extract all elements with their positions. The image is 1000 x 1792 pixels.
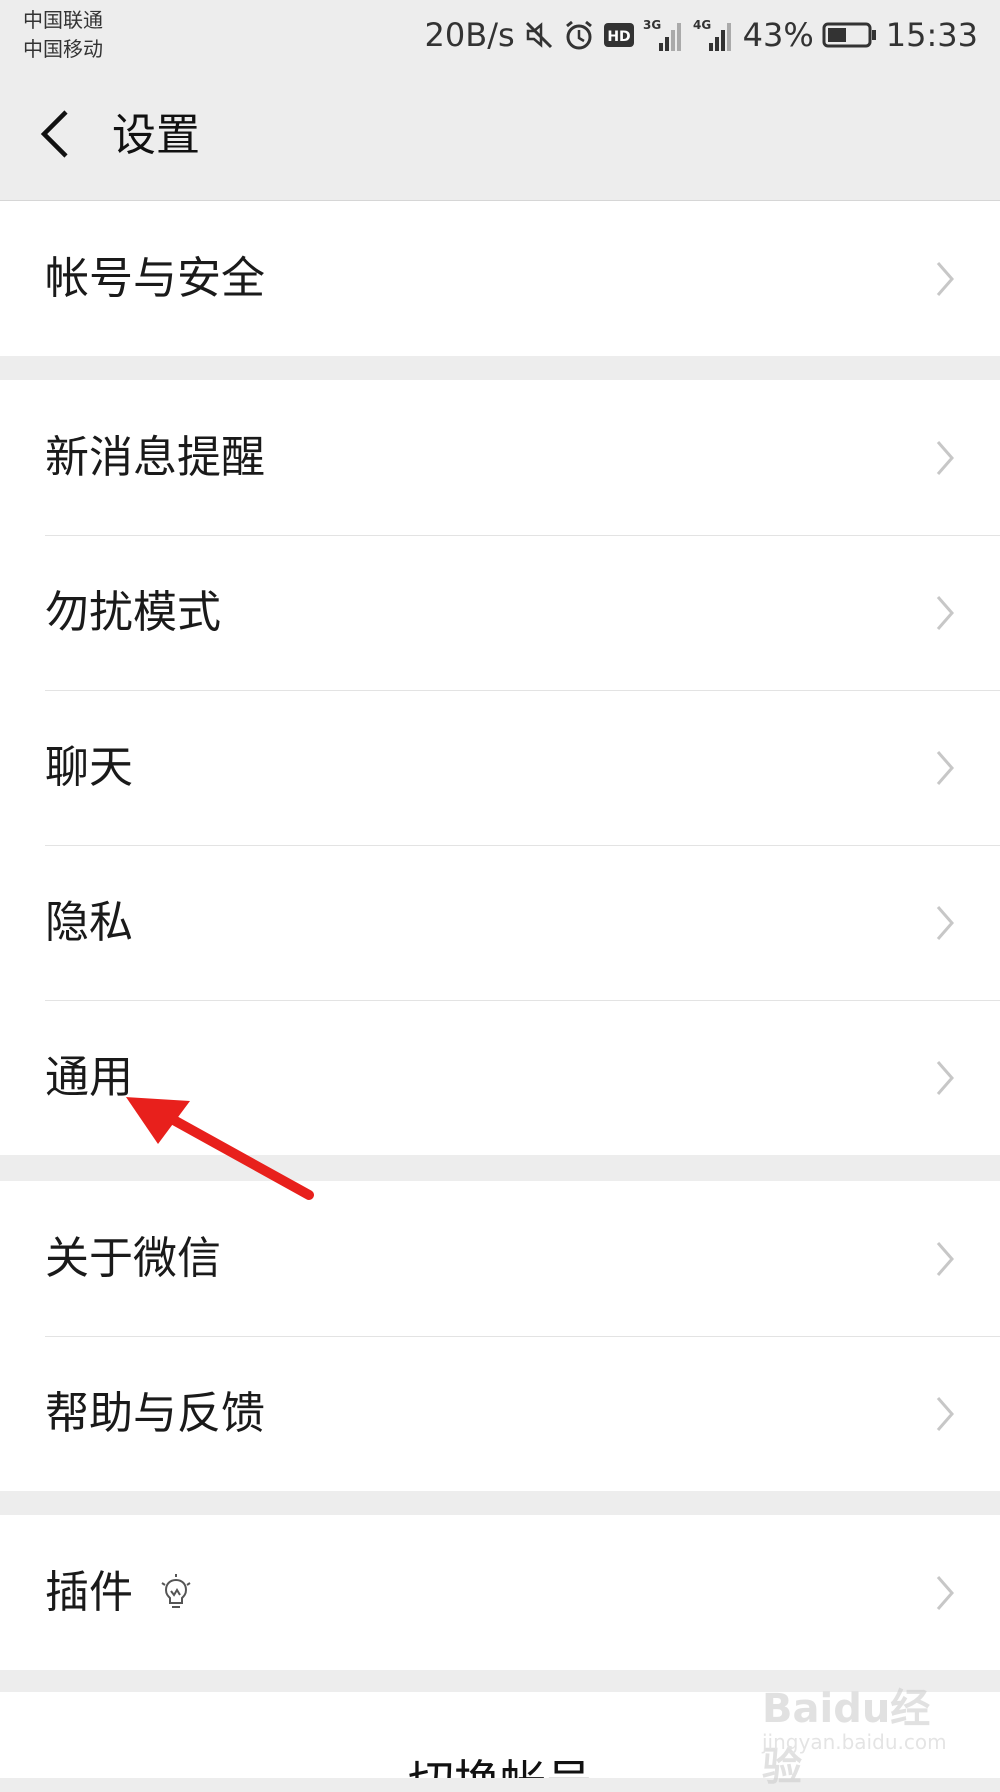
settings-item-do-not-disturb[interactable]: 勿扰模式	[0, 535, 1000, 690]
nav-bar: 设置	[0, 80, 1000, 201]
watermark: Baidu经验 jingyan.baidu.com	[762, 1668, 962, 1790]
settings-item-privacy[interactable]: 隐私	[0, 845, 1000, 1000]
clock: 15:33	[885, 16, 978, 54]
lightbulb-icon	[161, 1574, 191, 1608]
settings-item-label: 通用	[45, 1052, 133, 1103]
settings-item-plugins[interactable]: 插件	[0, 1515, 1000, 1670]
signal-4g-label: 4G	[693, 18, 711, 32]
alarm-icon	[565, 20, 592, 50]
settings-group-main: 新消息提醒 勿扰模式 聊天 隐私 通用	[0, 380, 1000, 1155]
settings-item-label: 新消息提醒	[45, 432, 265, 483]
signal-4g-icon: 4G	[693, 18, 731, 51]
mute-icon	[525, 21, 552, 49]
chevron-right-icon	[936, 262, 954, 296]
chevron-right-icon	[936, 751, 954, 785]
chevron-right-icon	[936, 1576, 954, 1610]
watermark-url: jingyan.baidu.com	[762, 1730, 947, 1754]
page-title: 设置	[112, 110, 200, 161]
settings-group-about: 关于微信 帮助与反馈	[0, 1181, 1000, 1491]
settings-item-help-feedback[interactable]: 帮助与反馈	[0, 1336, 1000, 1491]
hd-icon: HD	[603, 23, 634, 47]
settings-item-label: 插件	[45, 1567, 133, 1618]
settings-item-general[interactable]: 通用	[0, 1000, 1000, 1155]
carrier-info: 中国联通 中国移动	[23, 6, 103, 64]
settings-item-notifications[interactable]: 新消息提醒	[0, 380, 1000, 535]
status-bar: 中国联通 中国移动 20B/s HD 3G 4G 43% 15:33	[0, 0, 1000, 80]
settings-group-account: 帐号与安全	[0, 201, 1000, 356]
hd-text: HD	[607, 29, 630, 45]
settings-item-account-security[interactable]: 帐号与安全	[0, 201, 1000, 356]
settings-item-label: 帮助与反馈	[45, 1388, 265, 1439]
settings-group-plugins: 插件	[0, 1515, 1000, 1670]
status-icons: 20B/s HD 3G 4G 43% 15:33	[425, 12, 978, 58]
back-arrow-icon[interactable]	[36, 106, 76, 162]
settings-item-about-wechat[interactable]: 关于微信	[0, 1181, 1000, 1336]
battery-percent: 43%	[742, 16, 814, 54]
carrier-2: 中国移动	[23, 37, 103, 61]
network-speed: 20B/s	[424, 16, 515, 54]
chevron-right-icon	[936, 906, 954, 940]
chevron-right-icon	[936, 1242, 954, 1276]
chevron-right-icon	[936, 441, 954, 475]
settings-item-label: 勿扰模式	[45, 587, 221, 638]
chevron-right-icon	[936, 1397, 954, 1431]
signal-3g-icon: 3G	[643, 18, 681, 51]
settings-item-label: 关于微信	[45, 1233, 221, 1284]
settings-item-label: 隐私	[45, 897, 133, 948]
chevron-right-icon	[936, 1061, 954, 1095]
settings-item-label: 帐号与安全	[45, 253, 265, 304]
battery-icon	[822, 22, 876, 48]
signal-3g-label: 3G	[643, 18, 661, 32]
settings-item-chat[interactable]: 聊天	[0, 690, 1000, 845]
carrier-1: 中国联通	[23, 8, 103, 32]
chevron-right-icon	[936, 596, 954, 630]
settings-item-label: 聊天	[45, 742, 133, 793]
